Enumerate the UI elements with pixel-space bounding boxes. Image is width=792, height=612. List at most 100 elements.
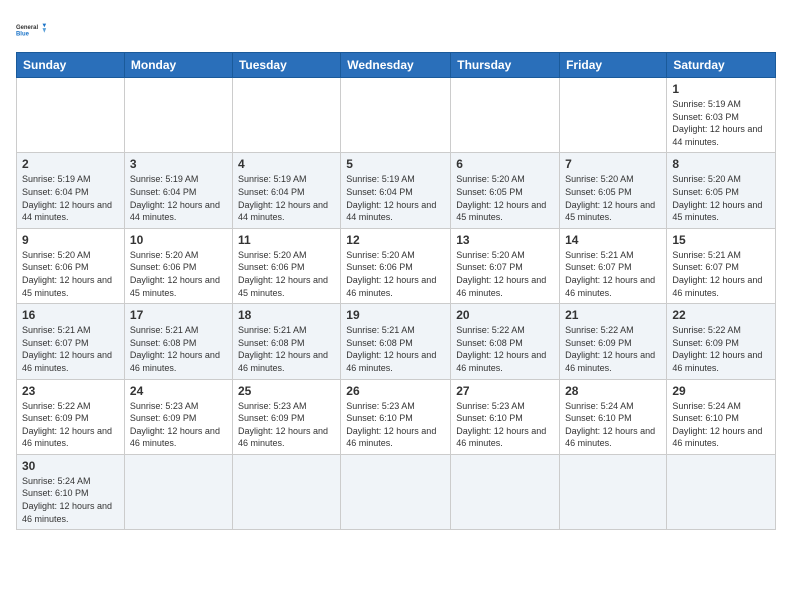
day-cell: 15 Sunrise: 5:21 AM Sunset: 6:07 PM Dayli…	[667, 228, 776, 303]
day-info: Sunrise: 5:20 AM Sunset: 6:06 PM Dayligh…	[346, 249, 445, 299]
day-cell	[341, 454, 451, 529]
day-cell	[451, 78, 560, 153]
day-cell	[124, 454, 232, 529]
svg-text:Blue: Blue	[16, 31, 30, 37]
day-number: 6	[456, 157, 554, 171]
day-cell: 16 Sunrise: 5:21 AM Sunset: 6:07 PM Dayli…	[17, 304, 125, 379]
day-cell: 10 Sunrise: 5:20 AM Sunset: 6:06 PM Dayli…	[124, 228, 232, 303]
day-info: Sunrise: 5:19 AM Sunset: 6:04 PM Dayligh…	[238, 173, 335, 223]
week-row-4: 16 Sunrise: 5:21 AM Sunset: 6:07 PM Dayli…	[17, 304, 776, 379]
day-info: Sunrise: 5:20 AM Sunset: 6:07 PM Dayligh…	[456, 249, 554, 299]
day-cell: 6 Sunrise: 5:20 AM Sunset: 6:05 PM Daylig…	[451, 153, 560, 228]
day-number: 22	[672, 308, 770, 322]
day-cell	[560, 454, 667, 529]
day-cell	[232, 78, 340, 153]
day-number: 15	[672, 233, 770, 247]
week-row-3: 9Sunrise: 5:20 AM Sunset: 6:06 PM Daylig…	[17, 228, 776, 303]
day-info: Sunrise: 5:24 AM Sunset: 6:10 PM Dayligh…	[672, 400, 770, 450]
day-number: 27	[456, 384, 554, 398]
day-info: Sunrise: 5:21 AM Sunset: 6:07 PM Dayligh…	[565, 249, 661, 299]
day-info: Sunrise: 5:20 AM Sunset: 6:05 PM Dayligh…	[565, 173, 661, 223]
day-info: Sunrise: 5:20 AM Sunset: 6:05 PM Dayligh…	[672, 173, 770, 223]
day-number: 24	[130, 384, 227, 398]
day-number: 16	[22, 308, 119, 322]
col-header-saturday: Saturday	[667, 53, 776, 78]
week-row-5: 23Sunrise: 5:22 AM Sunset: 6:09 PM Dayli…	[17, 379, 776, 454]
day-cell: 24Sunrise: 5:23 AM Sunset: 6:09 PM Dayli…	[124, 379, 232, 454]
day-info: Sunrise: 5:19 AM Sunset: 6:04 PM Dayligh…	[346, 173, 445, 223]
day-info: Sunrise: 5:22 AM Sunset: 6:09 PM Dayligh…	[672, 324, 770, 374]
day-number: 5	[346, 157, 445, 171]
day-info: Sunrise: 5:23 AM Sunset: 6:10 PM Dayligh…	[346, 400, 445, 450]
day-cell: 2 Sunrise: 5:19 AM Sunset: 6:04 PM Daylig…	[17, 153, 125, 228]
day-cell: 21 Sunrise: 5:22 AM Sunset: 6:09 PM Dayli…	[560, 304, 667, 379]
day-number: 2	[22, 157, 119, 171]
calendar-table: SundayMondayTuesdayWednesdayThursdayFrid…	[16, 52, 776, 530]
day-info: Sunrise: 5:20 AM Sunset: 6:05 PM Dayligh…	[456, 173, 554, 223]
day-cell: 20Sunrise: 5:22 AM Sunset: 6:08 PM Dayli…	[451, 304, 560, 379]
day-cell: 28Sunrise: 5:24 AM Sunset: 6:10 PM Dayli…	[560, 379, 667, 454]
day-cell	[232, 454, 340, 529]
day-info: Sunrise: 5:19 AM Sunset: 6:04 PM Dayligh…	[130, 173, 227, 223]
col-header-wednesday: Wednesday	[341, 53, 451, 78]
day-info: Sunrise: 5:21 AM Sunset: 6:08 PM Dayligh…	[130, 324, 227, 374]
day-cell: 3 Sunrise: 5:19 AM Sunset: 6:04 PM Daylig…	[124, 153, 232, 228]
day-number: 10	[130, 233, 227, 247]
day-number: 26	[346, 384, 445, 398]
day-info: Sunrise: 5:22 AM Sunset: 6:09 PM Dayligh…	[22, 400, 119, 450]
day-info: Sunrise: 5:21 AM Sunset: 6:07 PM Dayligh…	[22, 324, 119, 374]
day-cell: 12 Sunrise: 5:20 AM Sunset: 6:06 PM Dayli…	[341, 228, 451, 303]
day-number: 1	[672, 82, 770, 96]
day-number: 4	[238, 157, 335, 171]
day-info: Sunrise: 5:19 AM Sunset: 6:03 PM Dayligh…	[672, 98, 770, 148]
day-cell: 9Sunrise: 5:20 AM Sunset: 6:06 PM Daylig…	[17, 228, 125, 303]
day-info: Sunrise: 5:21 AM Sunset: 6:07 PM Dayligh…	[672, 249, 770, 299]
day-number: 3	[130, 157, 227, 171]
day-cell: 25Sunrise: 5:23 AM Sunset: 6:09 PM Dayli…	[232, 379, 340, 454]
day-cell	[560, 78, 667, 153]
week-row-2: 2 Sunrise: 5:19 AM Sunset: 6:04 PM Daylig…	[17, 153, 776, 228]
svg-text:General: General	[16, 25, 38, 31]
day-cell	[451, 454, 560, 529]
day-info: Sunrise: 5:19 AM Sunset: 6:04 PM Dayligh…	[22, 173, 119, 223]
day-number: 17	[130, 308, 227, 322]
day-number: 28	[565, 384, 661, 398]
day-number: 25	[238, 384, 335, 398]
day-number: 8	[672, 157, 770, 171]
day-number: 7	[565, 157, 661, 171]
day-number: 11	[238, 233, 335, 247]
col-header-monday: Monday	[124, 53, 232, 78]
day-cell: 22 Sunrise: 5:22 AM Sunset: 6:09 PM Dayli…	[667, 304, 776, 379]
day-number: 14	[565, 233, 661, 247]
day-info: Sunrise: 5:20 AM Sunset: 6:06 PM Dayligh…	[130, 249, 227, 299]
day-number: 21	[565, 308, 661, 322]
day-cell: 27Sunrise: 5:23 AM Sunset: 6:10 PM Dayli…	[451, 379, 560, 454]
day-info: Sunrise: 5:21 AM Sunset: 6:08 PM Dayligh…	[346, 324, 445, 374]
day-cell: 4 Sunrise: 5:19 AM Sunset: 6:04 PM Daylig…	[232, 153, 340, 228]
day-cell	[124, 78, 232, 153]
logo-icon: GeneralBlue	[16, 16, 48, 44]
day-number: 29	[672, 384, 770, 398]
day-info: Sunrise: 5:20 AM Sunset: 6:06 PM Dayligh…	[238, 249, 335, 299]
day-info: Sunrise: 5:21 AM Sunset: 6:08 PM Dayligh…	[238, 324, 335, 374]
page-header: GeneralBlue	[16, 16, 776, 44]
day-cell	[17, 78, 125, 153]
day-cell: 14 Sunrise: 5:21 AM Sunset: 6:07 PM Dayli…	[560, 228, 667, 303]
day-number: 12	[346, 233, 445, 247]
day-cell: 19 Sunrise: 5:21 AM Sunset: 6:08 PM Dayli…	[341, 304, 451, 379]
day-cell: 1 Sunrise: 5:19 AM Sunset: 6:03 PM Daylig…	[667, 78, 776, 153]
col-header-friday: Friday	[560, 53, 667, 78]
day-number: 13	[456, 233, 554, 247]
day-cell	[667, 454, 776, 529]
day-number: 19	[346, 308, 445, 322]
day-cell: 8 Sunrise: 5:20 AM Sunset: 6:05 PM Daylig…	[667, 153, 776, 228]
day-cell: 29 Sunrise: 5:24 AM Sunset: 6:10 PM Dayli…	[667, 379, 776, 454]
day-cell: 18Sunrise: 5:21 AM Sunset: 6:08 PM Dayli…	[232, 304, 340, 379]
col-header-thursday: Thursday	[451, 53, 560, 78]
day-info: Sunrise: 5:22 AM Sunset: 6:09 PM Dayligh…	[565, 324, 661, 374]
day-cell: 7 Sunrise: 5:20 AM Sunset: 6:05 PM Daylig…	[560, 153, 667, 228]
day-cell	[341, 78, 451, 153]
day-info: Sunrise: 5:20 AM Sunset: 6:06 PM Dayligh…	[22, 249, 119, 299]
day-cell: 13 Sunrise: 5:20 AM Sunset: 6:07 PM Dayli…	[451, 228, 560, 303]
day-cell: 23Sunrise: 5:22 AM Sunset: 6:09 PM Dayli…	[17, 379, 125, 454]
